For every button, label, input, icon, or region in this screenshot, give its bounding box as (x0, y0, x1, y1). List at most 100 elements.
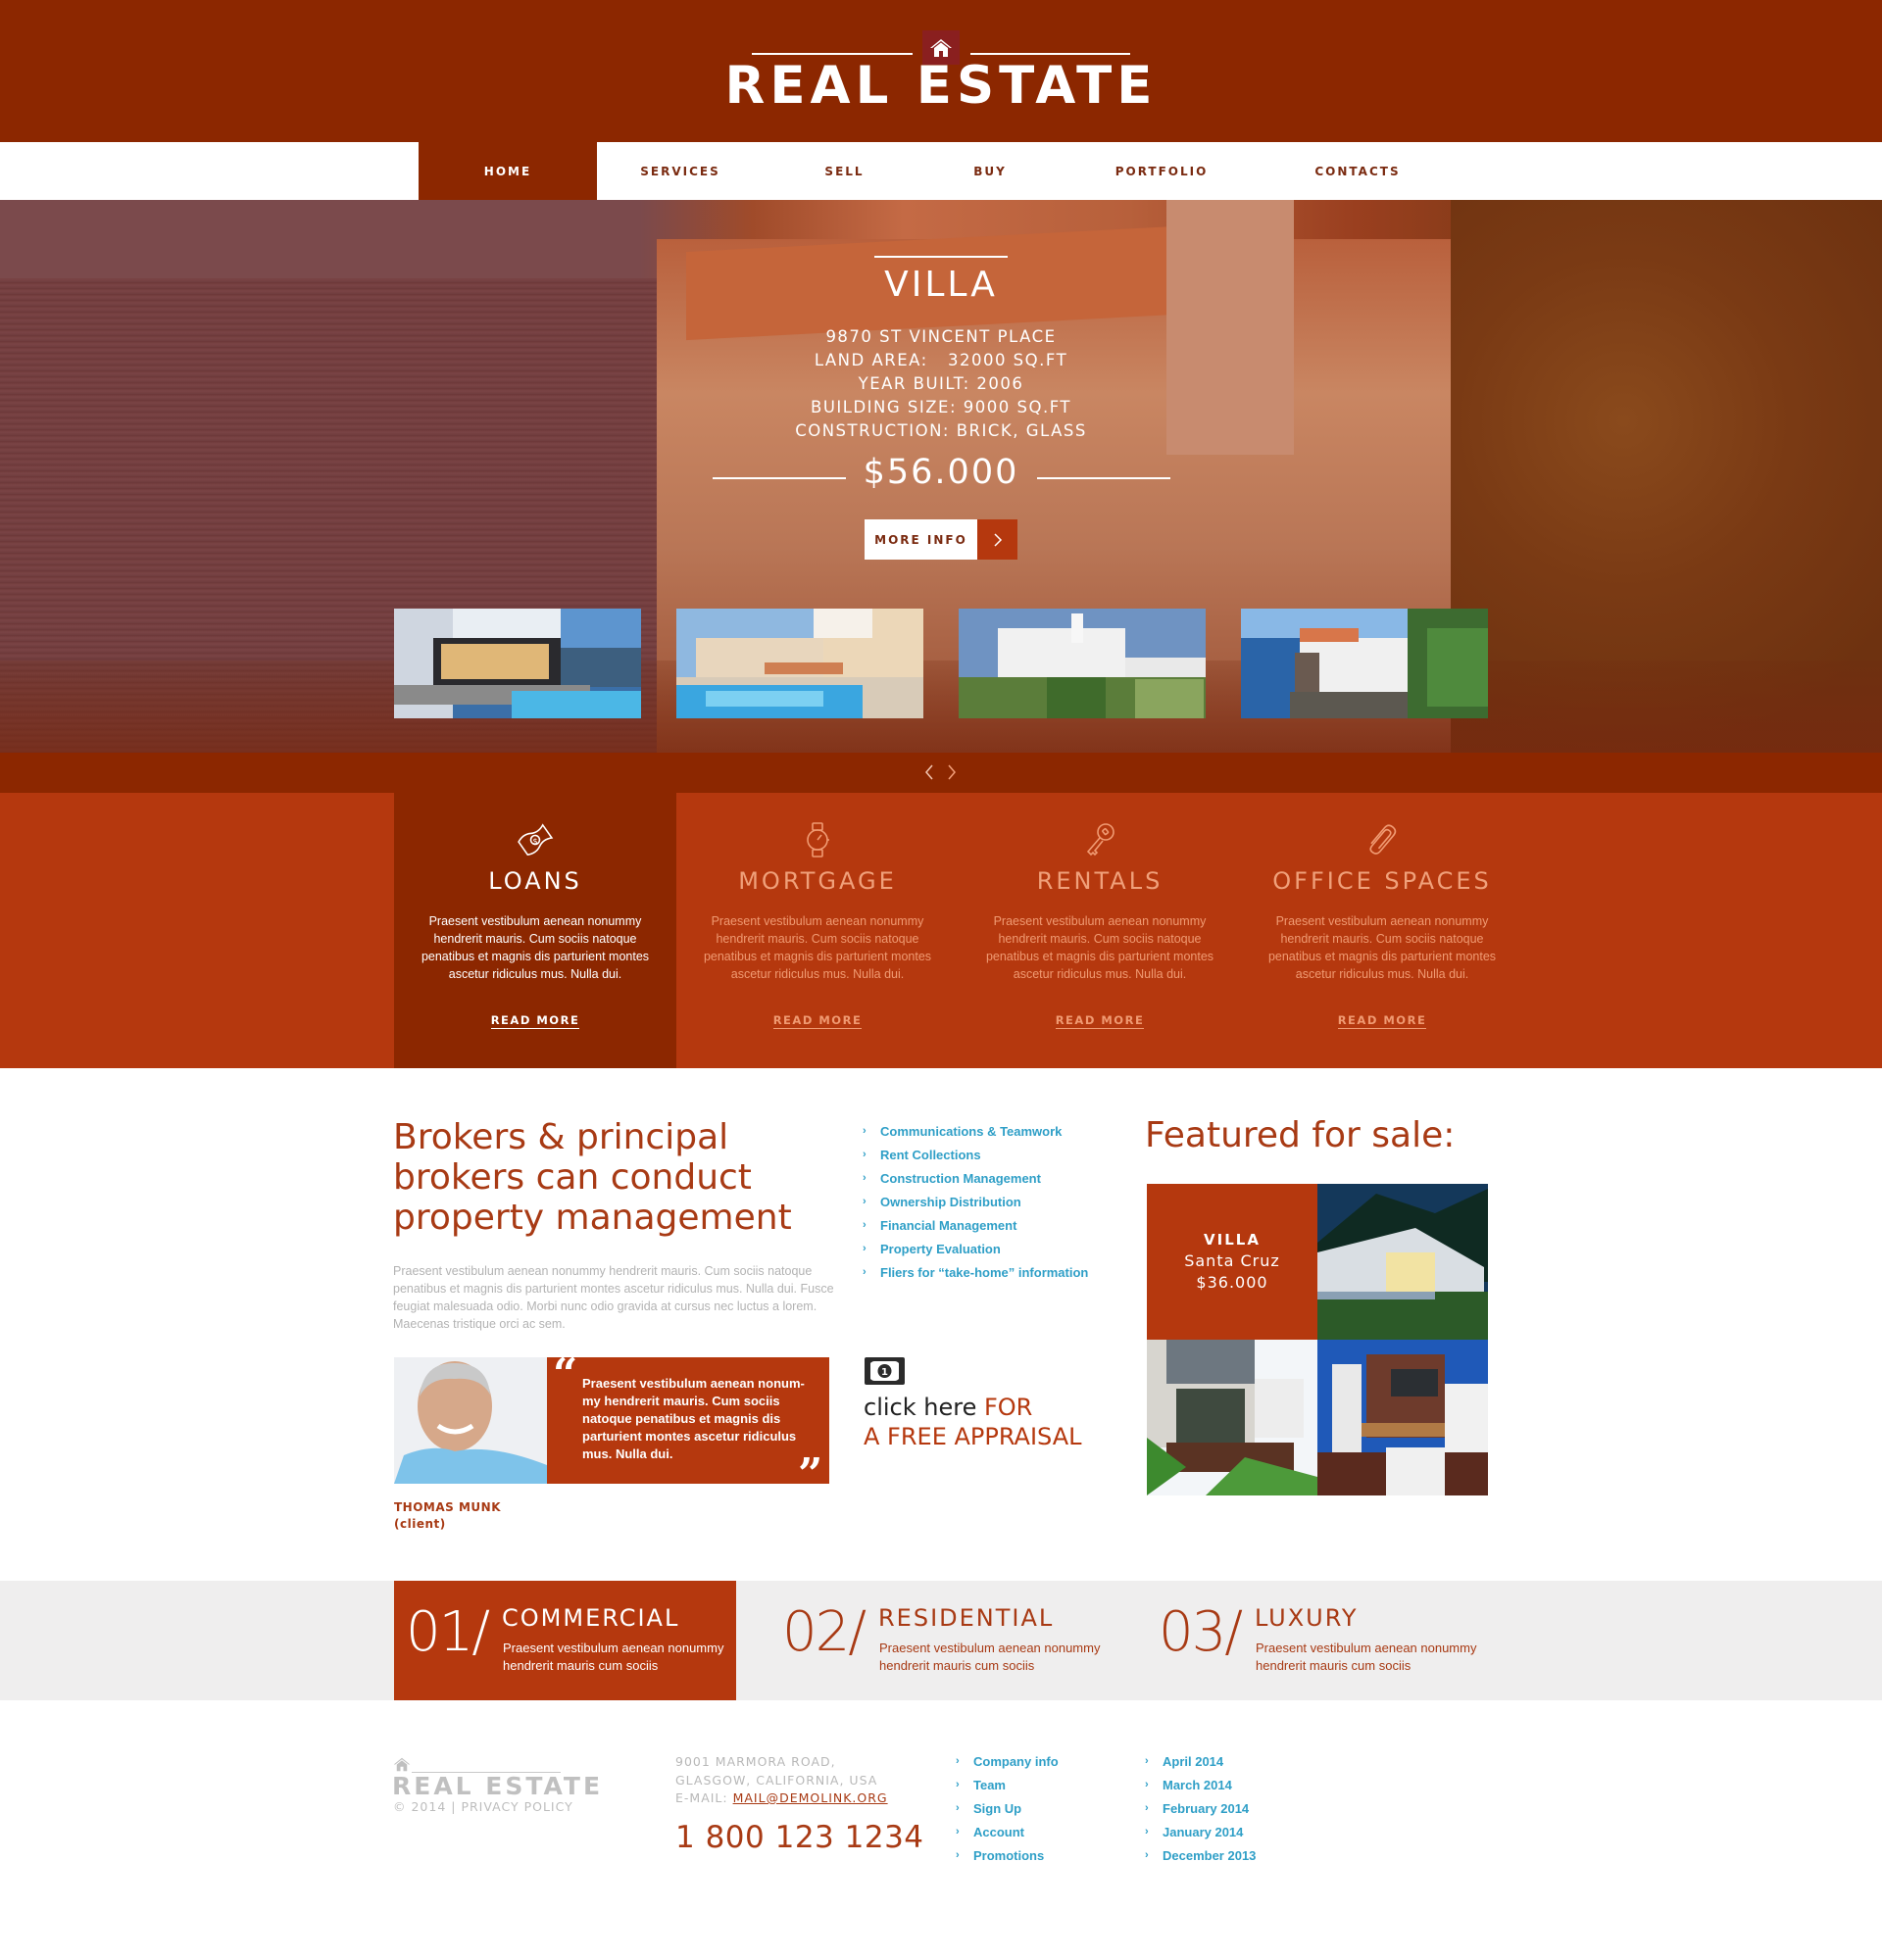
nav-services[interactable]: SERVICES (597, 142, 764, 200)
feature-item: › Fliers for “take-home” information (863, 1260, 1147, 1284)
thumbnail-seaside-villa[interactable] (1241, 609, 1488, 718)
featured-card[interactable]: VILLA Santa Cruz $36.000 (1147, 1184, 1317, 1340)
footer-link[interactable]: Company info (973, 1754, 1059, 1769)
category-luxury[interactable]: 03/ LUXURY Praesent vestibulum aenean no… (1147, 1581, 1489, 1700)
read-more-office-spaces[interactable]: READ MORE (1337, 1013, 1427, 1029)
slider-next-button[interactable] (943, 762, 961, 782)
feature-link[interactable]: Property Evaluation (880, 1242, 1001, 1256)
featured-image-house-deck[interactable] (1147, 1340, 1317, 1495)
chevron-right-icon: › (863, 1243, 867, 1254)
hero-title-divider (874, 256, 1008, 258)
category-title: RESIDENTIAL (878, 1604, 1055, 1632)
service-title: MORTGAGE (738, 867, 897, 895)
brick-modern-house-image (1317, 1340, 1488, 1495)
footer-logo[interactable]: REAL ESTATE (392, 1773, 603, 1800)
feature-link[interactable]: Ownership Distribution (880, 1195, 1021, 1209)
archive-link[interactable]: March 2014 (1163, 1778, 1232, 1792)
brokers-heading: Brokers & principal brokers can conduct … (393, 1117, 792, 1238)
slider-controls (0, 753, 1882, 793)
chevron-right-icon: › (1145, 1802, 1149, 1814)
nav-contacts[interactable]: CONTACTS (1268, 142, 1447, 200)
nav-portfolio[interactable]: PORTFOLIO (1055, 142, 1268, 200)
thumbnail-villa-pool-terrace[interactable] (676, 609, 923, 718)
footer-link-item: › Account (956, 1820, 1122, 1843)
chevron-right-icon: › (956, 1849, 960, 1861)
feature-link[interactable]: Communications & Teamwork (880, 1124, 1062, 1139)
featured-image-villa-night[interactable] (1317, 1184, 1488, 1340)
service-title: OFFICE SPACES (1272, 867, 1492, 895)
footer-link[interactable]: Sign Up (973, 1801, 1021, 1816)
slider-prev-button[interactable] (920, 762, 938, 782)
read-more-rentals[interactable]: READ MORE (1055, 1013, 1145, 1029)
chevron-left-icon (925, 764, 933, 780)
more-info-button[interactable]: MORE INFO (865, 519, 977, 560)
feature-link[interactable]: Rent Collections (880, 1148, 981, 1162)
footer-link-item: › Sign Up (956, 1796, 1122, 1820)
chevron-right-icon: › (956, 1802, 960, 1814)
feature-link[interactable]: Financial Management (880, 1218, 1016, 1233)
featured-location: Santa Cruz (1184, 1251, 1280, 1270)
featured-grid: VILLA Santa Cruz $36.000 (1147, 1184, 1488, 1495)
nav-sell[interactable]: SELL (764, 142, 925, 200)
read-more-link: READ MORE (676, 1013, 959, 1029)
read-more-loans[interactable]: READ MORE (490, 1013, 580, 1029)
free-appraisal-link[interactable]: click here FOR A FREE APPRAISAL (864, 1393, 1148, 1451)
email-link[interactable]: MAIL@DEMOLINK.ORG (733, 1790, 888, 1805)
service-title: RENTALS (1036, 867, 1164, 895)
footer-link-item: › Promotions (956, 1843, 1122, 1867)
chevron-right-icon: › (1145, 1779, 1149, 1790)
hero-land-area: LAND AREA: 32000 SQ.FT (814, 351, 1068, 369)
testimonial-photo (394, 1357, 547, 1484)
chevron-right-icon: › (1145, 1849, 1149, 1861)
chevron-right-icon: › (956, 1779, 960, 1790)
footer-link[interactable]: Account (973, 1825, 1024, 1839)
footer-archive: › April 2014 › March 2014 › February 2014 ›… (1145, 1749, 1321, 1867)
archive-link[interactable]: February 2014 (1163, 1801, 1249, 1816)
thumbnail-modern-house-pool[interactable] (394, 609, 641, 718)
chevron-right-icon: › (863, 1125, 867, 1137)
feature-link[interactable]: Construction Management (880, 1171, 1041, 1186)
money-bill-icon: 1 (864, 1356, 906, 1386)
privacy-policy-link[interactable]: PRIVACY POLICY (461, 1799, 572, 1814)
archive-item: › April 2014 (1145, 1749, 1321, 1773)
chevron-right-icon: › (1145, 1755, 1149, 1767)
archive-link[interactable]: April 2014 (1163, 1754, 1223, 1769)
category-number: 01/ (406, 1600, 490, 1664)
category-description: Praesent vestibulum aenean nonummy hendr… (503, 1641, 724, 1673)
chevron-right-icon: › (1145, 1826, 1149, 1838)
footer-link[interactable]: Team (973, 1778, 1006, 1792)
category-residential[interactable]: 02/ RESIDENTIAL Praesent vestibulum aene… (770, 1581, 1113, 1700)
footer-phone[interactable]: 1 800 123 1234 (675, 1820, 924, 1855)
white-villa-image (959, 609, 1206, 718)
chevron-right-icon: › (863, 1266, 867, 1278)
email-label: E-MAIL: (675, 1790, 733, 1805)
nav-home[interactable]: HOME (419, 142, 597, 200)
category-title: LUXURY (1255, 1604, 1359, 1632)
paperclip-icon (1369, 824, 1397, 855)
service-description: Praesent vestibulum aenean nonummy hendr… (985, 914, 1214, 981)
feature-item: › Ownership Distribution (863, 1190, 1147, 1213)
price-divider-left (713, 477, 846, 479)
archive-link[interactable]: December 2013 (1163, 1848, 1256, 1863)
category-number: 03/ (1159, 1600, 1243, 1664)
more-info-arrow-button[interactable] (977, 519, 1017, 560)
categories-band: 01/ COMMERCIAL Praesent vestibulum aenea… (0, 1581, 1882, 1700)
archive-link[interactable]: January 2014 (1163, 1825, 1243, 1839)
featured-heading: Featured for sale: (1145, 1115, 1456, 1155)
appraisal-accent-1: FOR (983, 1394, 1033, 1421)
read-more-mortgage[interactable]: READ MORE (772, 1013, 863, 1029)
site-logo[interactable]: REAL ESTATE (686, 55, 1196, 118)
footer-link[interactable]: Promotions (973, 1848, 1044, 1863)
author-role: (client) (394, 1517, 446, 1531)
featured-image-brick-house[interactable] (1317, 1340, 1488, 1495)
thumbnail-white-villa-garden[interactable] (959, 609, 1206, 718)
feature-link[interactable]: Fliers for “take-home” information (880, 1265, 1088, 1280)
category-commercial[interactable]: 01/ COMMERCIAL Praesent vestibulum aenea… (394, 1581, 736, 1700)
appraisal-lead: click here (864, 1394, 984, 1421)
nav-buy[interactable]: BUY (925, 142, 1055, 200)
modern-villa-night-image (1317, 1184, 1488, 1340)
footer-house-icon (393, 1757, 411, 1772)
chevron-right-icon: › (956, 1826, 960, 1838)
footer-link-item: › Company info (956, 1749, 1122, 1773)
read-more-link: READ MORE (394, 1013, 676, 1029)
